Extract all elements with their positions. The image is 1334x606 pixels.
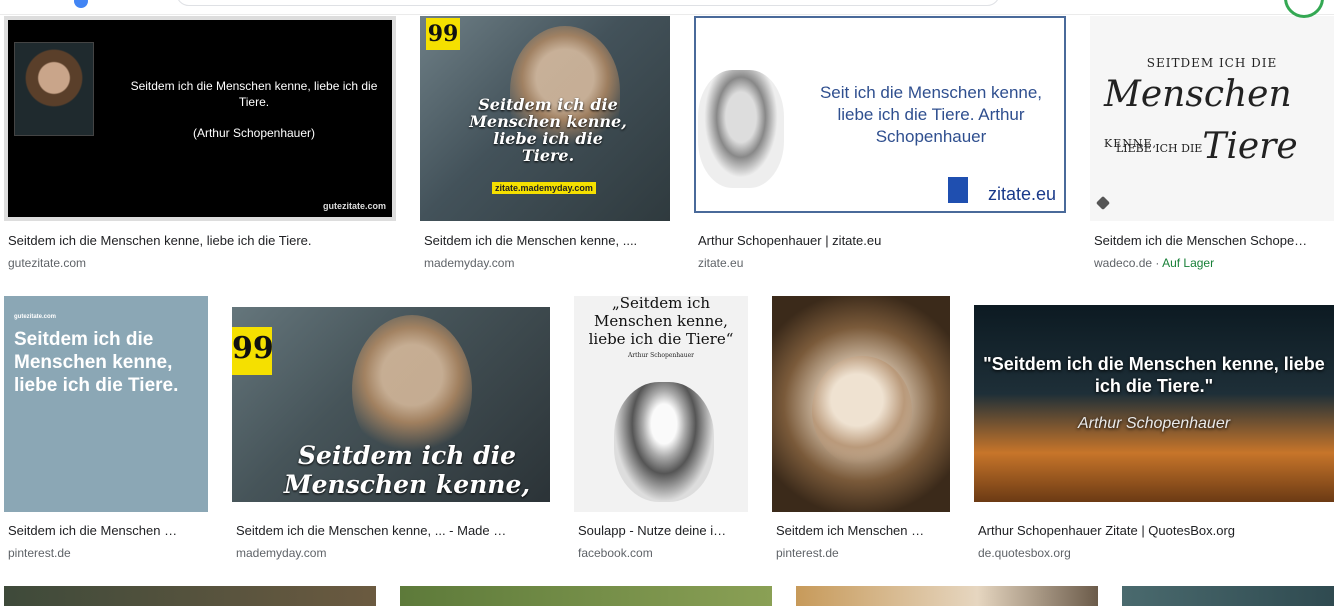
quote-badge: 99 <box>426 18 460 50</box>
schopenhauer-portrait <box>14 42 94 136</box>
image-author: Arthur Schopenhauer <box>1077 415 1231 432</box>
result-source[interactable]: pinterest.de <box>776 545 839 561</box>
image-result[interactable]: Seitdem ich die Menschen kenne, liebe ic… <box>4 16 408 276</box>
result-title[interactable]: Seitdem ich die Menschen kenne, ... - Ma… <box>236 522 546 540</box>
schopenhauer-sketch <box>614 382 714 502</box>
image-quote: Seitdem ich die Menschen kenne, liebe ic… <box>469 95 627 165</box>
result-thumbnail[interactable]: SEITDEM ICH DIE Menschen KENNE, LIEBE IC… <box>1090 16 1334 221</box>
result-source[interactable]: zitate.eu <box>698 255 743 271</box>
image-result[interactable]: 99 Seitdem ich die Menschen kenne, liebe… <box>420 16 682 276</box>
image-line1: SEITDEM ICH DIE <box>1146 56 1278 70</box>
result-thumbnail[interactable]: 99 Seitdem ich die Menschen kenne, liebe… <box>420 16 670 221</box>
result-title[interactable]: Seitdem ich die Menschen … <box>8 522 208 540</box>
result-source[interactable]: gutezitate.com <box>8 255 86 271</box>
image-watermark: gutezitate.com <box>322 201 386 211</box>
result-title[interactable]: Seitdem ich die Menschen Schope… <box>1094 232 1330 250</box>
image-words-liebe: LIEBE ICH DIE <box>1116 142 1203 155</box>
image-result[interactable]: 99 Seitdem ich die Menschen kenne, Seitd… <box>232 296 562 566</box>
result-title[interactable]: Arthur Schopenhauer Zitate | QuotesBox.o… <box>978 522 1334 540</box>
image-tag: zitate.mademyday.com <box>492 182 596 194</box>
price-tag-icon <box>1095 195 1111 211</box>
result-source[interactable]: mademyday.com <box>424 255 514 271</box>
result-thumbnail[interactable]: 99 Seitdem ich die Menschen kenne, <box>232 307 550 502</box>
squirrel-photo <box>812 356 912 466</box>
image-word-tiere: Tiere <box>1202 126 1298 167</box>
image-author: (Arthur Schopenhauer) <box>192 126 316 140</box>
result-title[interactable]: Seitdem ich die Menschen kenne, liebe ic… <box>8 232 408 250</box>
image-quote: Seitdem ich die Menschen kenne, <box>283 441 531 499</box>
image-result-partial[interactable] <box>4 586 376 606</box>
result-source[interactable]: pinterest.de <box>8 545 71 561</box>
image-quote: „Seitdem ich Menschen kenne, liebe ich d… <box>588 296 734 348</box>
stock-status: Auf Lager <box>1162 256 1215 270</box>
result-title[interactable]: Seitdem ich Menschen … <box>776 522 950 540</box>
image-quote: Seitdem ich die Menschen kenne, liebe ic… <box>130 79 378 109</box>
image-result[interactable]: „Seitdem ich Menschen kenne, liebe ich d… <box>574 296 760 566</box>
image-quote: "Seitdem ich die Menschen kenne, liebe i… <box>983 354 1325 396</box>
result-source-domain: wadeco.de <box>1094 256 1153 270</box>
image-result[interactable]: SEITDEM ICH DIE Menschen KENNE, LIEBE IC… <box>1090 16 1334 276</box>
eu-flag-icon <box>948 177 968 203</box>
result-thumbnail[interactable]: gutezitate.com Seitdem ich die Menschen … <box>4 296 208 512</box>
image-author: Arthur Schopenhauer <box>627 352 695 359</box>
search-header <box>0 0 1334 18</box>
result-source[interactable]: wadeco.de · Auf Lager <box>1094 255 1214 271</box>
image-result[interactable]: gutezitate.com Seitdem ich die Menschen … <box>4 296 220 566</box>
result-thumbnail[interactable]: Seitdem ich die Menschen kenne, liebe ic… <box>4 16 396 221</box>
result-source[interactable]: facebook.com <box>578 545 653 561</box>
result-title[interactable]: Seitdem ich die Menschen kenne, .... <box>424 232 676 250</box>
result-source[interactable]: mademyday.com <box>236 545 326 561</box>
image-result[interactable]: Seit ich die Menschen kenne, liebe ich d… <box>694 16 1078 276</box>
result-thumbnail[interactable]: "Seitdem ich die Menschen kenne, liebe i… <box>974 305 1334 502</box>
image-result-partial[interactable] <box>1122 586 1334 606</box>
result-title[interactable]: Soulapp - Nutze deine i… <box>578 522 748 540</box>
image-quote: Seit ich die Menschen kenne, liebe ich d… <box>819 83 1043 146</box>
result-thumbnail[interactable] <box>772 296 950 512</box>
result-title[interactable]: Arthur Schopenhauer | zitate.eu <box>698 232 1074 250</box>
result-thumbnail[interactable]: Seit ich die Menschen kenne, liebe ich d… <box>694 16 1066 213</box>
image-result[interactable]: Seitdem ich Menschen … pinterest.de <box>772 296 962 566</box>
image-result-partial[interactable] <box>400 586 772 606</box>
quote-badge: 99 <box>232 327 274 375</box>
image-logo: zitate.eu <box>987 184 1056 204</box>
image-word-menschen: Menschen <box>1104 74 1292 115</box>
image-small-text: gutezitate.com <box>14 314 57 320</box>
result-source[interactable]: de.quotesbox.org <box>978 545 1071 561</box>
image-quote: Seitdem ich die Menschen kenne, liebe ic… <box>14 329 179 396</box>
schopenhauer-sketch <box>698 70 784 188</box>
image-line3: LIEBE ICH DIETiere <box>1116 120 1298 167</box>
image-result[interactable]: "Seitdem ich die Menschen kenne, liebe i… <box>974 296 1334 566</box>
search-input[interactable] <box>176 0 1000 6</box>
image-result-partial[interactable] <box>796 586 1098 606</box>
google-logo-fragment[interactable] <box>74 0 88 8</box>
result-thumbnail[interactable]: „Seitdem ich Menschen kenne, liebe ich d… <box>574 296 748 512</box>
